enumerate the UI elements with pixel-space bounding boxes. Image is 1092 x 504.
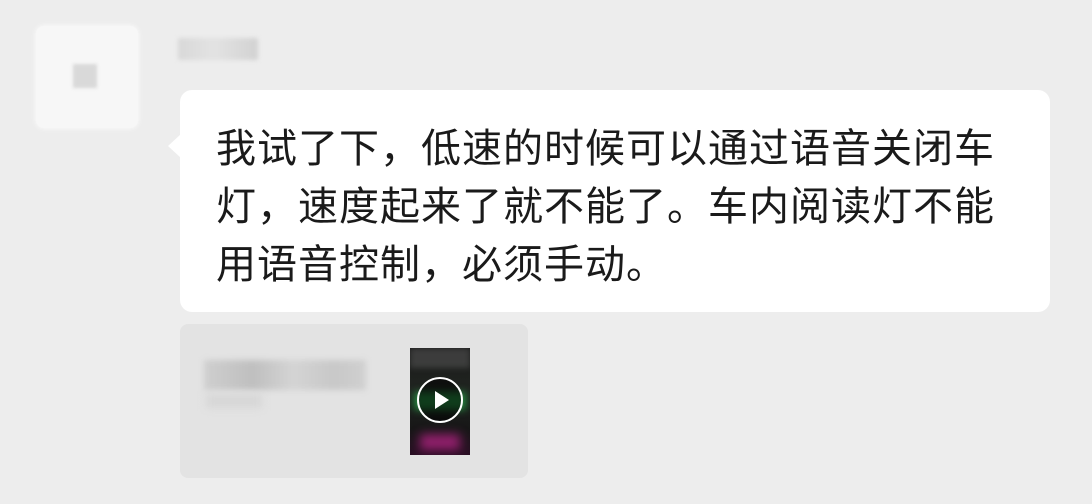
video-thumbnail[interactable] (410, 348, 470, 455)
play-button[interactable] (417, 377, 463, 423)
message-bubble[interactable]: 我试了下，低速的时候可以通过语音关闭车 灯，速度起来了就不能了。车内阅读灯不能 … (168, 90, 1050, 312)
avatar[interactable] (36, 26, 138, 128)
quoted-sender-subtext-blurred (206, 394, 262, 408)
sender-name-blurred (178, 38, 258, 60)
thumbnail-light (410, 348, 470, 368)
message-text: 我试了下，低速的时候可以通过语音关闭车 灯，速度起来了就不能了。车内阅读灯不能 … (216, 126, 995, 288)
avatar-image (73, 64, 97, 88)
quoted-sender-blurred (204, 360, 366, 390)
quoted-video-message[interactable] (180, 324, 528, 478)
thumbnail-pink-light (420, 434, 460, 450)
play-icon (435, 391, 449, 409)
bubble-tail (168, 134, 181, 158)
chat-area: 我试了下，低速的时候可以通过语音关闭车 灯，速度起来了就不能了。车内阅读灯不能 … (0, 0, 1092, 504)
